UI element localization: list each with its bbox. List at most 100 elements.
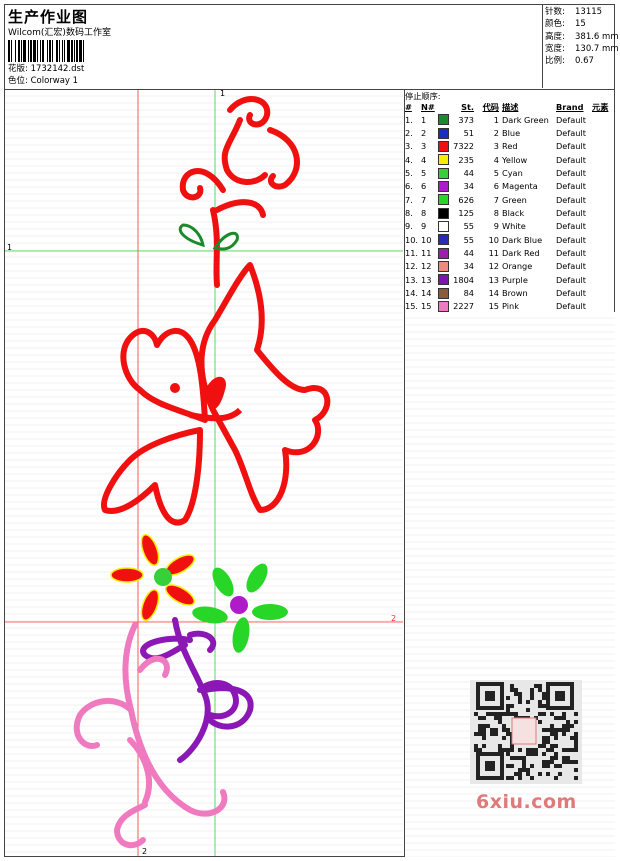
col-no: N# — [421, 102, 435, 112]
spec-label: 宽度: — [545, 43, 565, 54]
color-swatch — [438, 233, 452, 246]
row-number: 4 — [421, 154, 427, 165]
color-name: Red — [502, 141, 518, 152]
color-code: 9 — [493, 221, 499, 232]
stitch-count: 7322 — [453, 141, 474, 152]
row-index: 13. — [405, 274, 419, 285]
swatch-box — [438, 140, 449, 152]
color-code: 3 — [493, 141, 499, 152]
color-name: Dark Blue — [502, 234, 543, 245]
spec-row: 颜色: 15 — [545, 18, 586, 30]
file-info: 花版: 1732142.dst 色位: Colorway 1 — [8, 63, 84, 87]
swatch-box — [438, 167, 449, 179]
color-swatch — [438, 206, 452, 219]
spec-row: 针数: 13115 — [545, 6, 602, 18]
color-code: 5 — [493, 168, 499, 179]
spec-value: 0.67 — [575, 56, 594, 67]
color-row: 6. 6 34 6 Magenta Default — [405, 180, 614, 193]
brand-name: Default — [556, 234, 586, 245]
row-index: 10. — [405, 234, 419, 245]
stitch-count: 235 — [458, 154, 474, 165]
brand-name: Default — [556, 208, 586, 219]
spec-value: 130.7 mm — [575, 43, 619, 54]
header-block: 生产作业图 Wilcom(汇宏)数码工作室 花版: 1732142.dst 色位… — [4, 4, 619, 90]
color-name: Dark Red — [502, 248, 540, 259]
stitch-count: 34 — [463, 261, 474, 272]
row-number: 1 — [421, 114, 427, 125]
brand-name: Default — [556, 114, 586, 125]
swatch-box — [438, 220, 449, 232]
row-index: 1. — [405, 114, 413, 125]
stitch-count: 1804 — [453, 274, 474, 285]
color-swatch — [438, 153, 452, 166]
color-name: Orange — [502, 261, 533, 272]
color-name: Cyan — [502, 168, 523, 179]
design-file: 1732142.dst — [30, 64, 85, 74]
row-number: 12 — [421, 261, 432, 272]
color-name: Black — [502, 208, 525, 219]
color-row: 8. 8 125 8 Black Default — [405, 206, 614, 219]
marker-top: 1 — [220, 90, 225, 98]
color-name: Magenta — [502, 181, 538, 192]
row-number: 6 — [421, 181, 427, 192]
color-row: 1. 1 373 1 Dark Green Default — [405, 113, 614, 126]
color-legend: 停止顺序: # N# St. 代码 描述 Brand 元素 1. 1 373 1 Dar… — [405, 90, 615, 312]
color-code: 14 — [488, 288, 499, 299]
company-name: Wilcom(汇宏)数码工作室 — [8, 28, 111, 38]
stitch-count: 44 — [463, 248, 474, 259]
row-index: 12. — [405, 261, 419, 272]
color-swatch — [438, 113, 452, 126]
color-name: Blue — [502, 128, 521, 139]
brand-name: Default — [556, 154, 586, 165]
embroidery-design: 1 1 2 2 — [5, 90, 403, 856]
stitch-count: 84 — [463, 288, 474, 299]
row-number: 8 — [421, 208, 427, 219]
marker-bottom: 2 — [142, 847, 147, 856]
brand-name: Default — [556, 128, 586, 139]
color-code: 4 — [493, 154, 499, 165]
row-number: 10 — [421, 234, 432, 245]
spec-value: 381.6 mm — [575, 31, 619, 42]
red-swirls — [179, 96, 300, 288]
color-row: 4. 4 235 4 Yellow Default — [405, 153, 614, 166]
color-code: 8 — [493, 208, 499, 219]
row-number: 7 — [421, 194, 427, 205]
swatch-box — [438, 287, 449, 299]
color-name: Green — [502, 194, 527, 205]
col-brand: Brand — [556, 102, 584, 112]
brand-name: Default — [556, 141, 586, 152]
brand-name: Default — [556, 168, 586, 179]
row-number: 11 — [421, 248, 432, 259]
butterfly-antenna-tip — [170, 383, 180, 393]
color-code: 11 — [488, 248, 499, 259]
col-desc: 描述 — [502, 102, 519, 112]
swatch-box — [438, 180, 449, 192]
row-number: 13 — [421, 274, 432, 285]
color-swatch — [438, 246, 452, 259]
color-swatch — [438, 180, 452, 193]
col-st: St. — [461, 102, 474, 112]
col-idx: # — [405, 102, 412, 112]
color-swatch — [438, 140, 452, 153]
row-index: 14. — [405, 288, 419, 299]
marker-right: 2 — [391, 614, 396, 623]
marker-left: 1 — [7, 243, 12, 252]
spec-list: 针数: 13115 颜色: 15 高度: 381.6 mm 宽度: 130.7 mm 比例: 0.… — [545, 6, 619, 67]
qr-code-icon — [470, 680, 582, 784]
color-code: 1 — [493, 114, 499, 125]
swatch-box — [438, 234, 449, 246]
color-code: 6 — [493, 181, 499, 192]
color-row: 5. 5 44 5 Cyan Default — [405, 166, 614, 179]
green-leaves — [178, 223, 239, 251]
color-row: 13. 13 1804 13 Purple Default — [405, 273, 614, 286]
color-row: 3. 3 7322 3 Red Default — [405, 140, 614, 153]
design-canvas: 1 1 2 2 — [5, 90, 403, 856]
color-row: 12. 12 34 12 Orange Default — [405, 260, 614, 273]
color-name: White — [502, 221, 526, 232]
color-name: Brown — [502, 288, 528, 299]
spec-label: 高度: — [545, 31, 565, 42]
color-row: 9. 9 55 9 White Default — [405, 220, 614, 233]
color-swatch — [438, 126, 452, 139]
col-code: 代码 — [482, 102, 499, 112]
color-swatch — [438, 193, 452, 206]
